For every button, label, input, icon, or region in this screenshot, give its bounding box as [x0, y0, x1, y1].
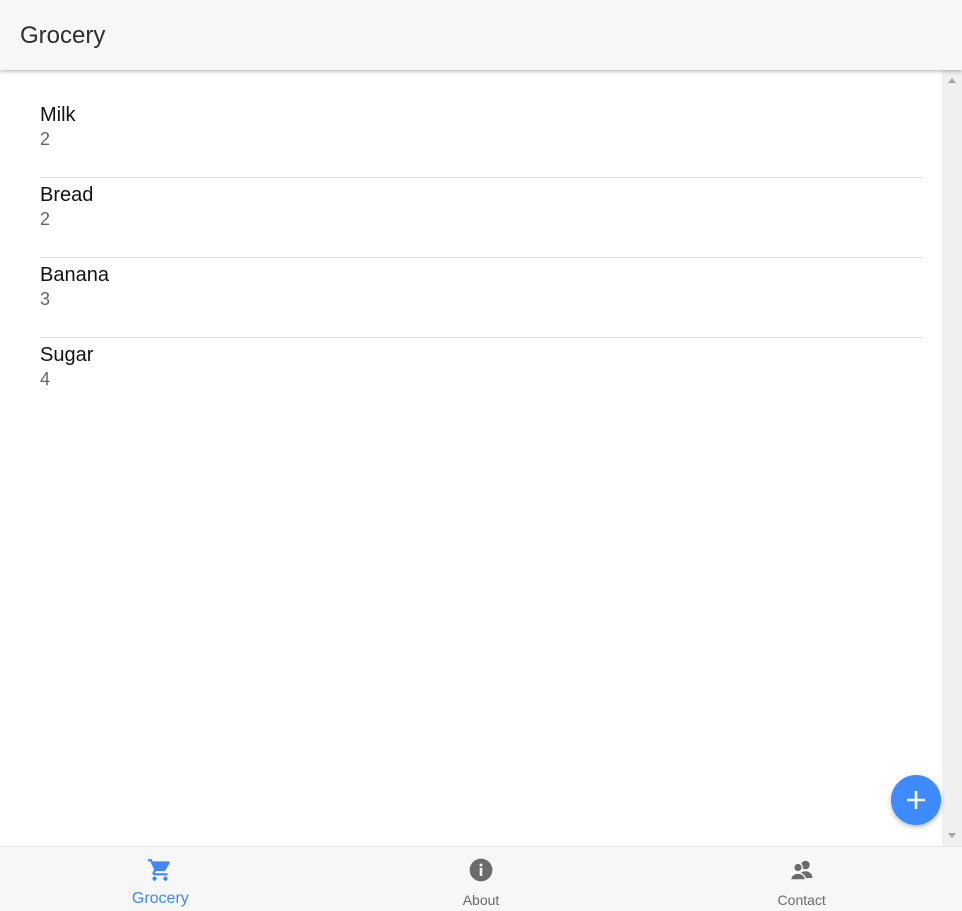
tab-contact[interactable]: Contact — [641, 847, 962, 911]
page-title: Grocery — [20, 22, 106, 49]
scroll-down-arrow-icon[interactable] — [948, 833, 956, 838]
tab-about[interactable]: About — [321, 847, 642, 911]
item-name: Bread — [40, 184, 94, 206]
tab-contact-label: Contact — [777, 892, 826, 908]
grocery-list: Milk 2 Bread 2 Banana 3 Sugar 4 — [40, 98, 922, 418]
item-quantity: 2 — [40, 209, 51, 229]
contacts-icon — [789, 860, 813, 881]
list-item[interactable]: Bread 2 — [40, 178, 922, 258]
list-item[interactable]: Sugar 4 — [40, 338, 922, 418]
list-item[interactable]: Milk 2 — [40, 98, 922, 178]
add-item-button[interactable] — [891, 775, 941, 825]
item-name: Banana — [40, 264, 109, 286]
item-quantity: 2 — [40, 129, 51, 149]
shopping-cart-icon — [148, 859, 171, 881]
item-quantity: 3 — [40, 289, 51, 309]
scroll-up-arrow-icon[interactable] — [948, 78, 956, 83]
app-bar: Grocery — [0, 0, 962, 70]
bottom-navigation: Grocery About Contact — [0, 846, 962, 911]
item-name: Milk — [40, 104, 76, 126]
tab-grocery[interactable]: Grocery — [0, 847, 321, 911]
vertical-scrollbar[interactable] — [942, 70, 962, 846]
item-quantity: 4 — [40, 369, 51, 389]
tab-about-label: About — [462, 892, 500, 908]
info-icon — [469, 858, 493, 882]
item-name: Sugar — [40, 344, 94, 366]
list-item[interactable]: Banana 3 — [40, 258, 922, 338]
grocery-list-view: Milk 2 Bread 2 Banana 3 Sugar 4 — [0, 70, 942, 846]
tab-grocery-label: Grocery — [131, 890, 189, 907]
app-window: Grocery Milk 2 Bread 2 Banana 3 Sugar 4 — [0, 0, 962, 911]
plus-icon — [907, 791, 925, 809]
